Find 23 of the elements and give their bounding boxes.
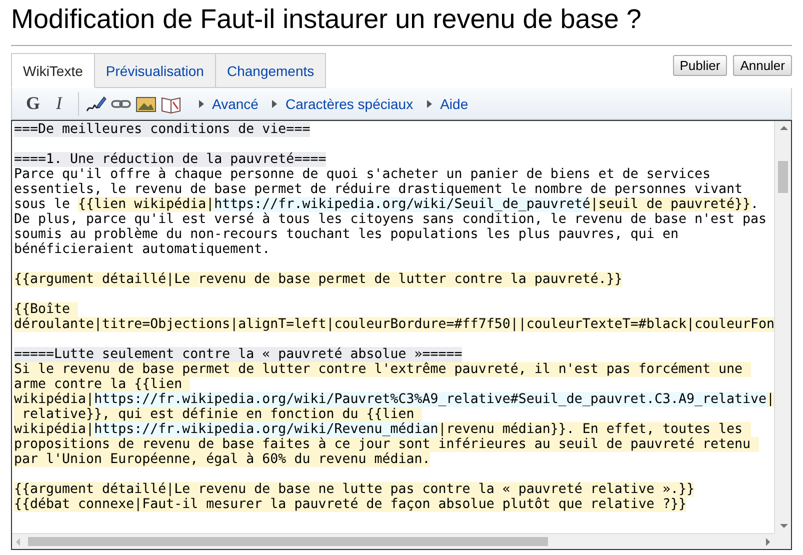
horizontal-scrollbar[interactable] (12, 533, 774, 549)
editor-tab[interactable]: Changements (216, 53, 326, 88)
code-line: bénéficieraient automatiquement. (14, 242, 270, 257)
expand-triangle-icon (427, 100, 432, 108)
code-line: De plus, parce qu'il est versé à tous les citoyens sans condition, le revenu de base n'est pas (14, 212, 767, 227)
toolbar-menu-link[interactable]: Aide (440, 96, 468, 112)
code-line: soumis au problème du non-recours touchant les populations les plus pauvres, qui en (14, 227, 678, 242)
code-line: wikipédia|https://fr.wikipedia.org/wiki/Pauvret%C3%A9_relative#Seuil_de_pauvret.C3.A9_relative| (14, 392, 774, 407)
expand-triangle-icon (272, 100, 278, 108)
toolbar-menu-link[interactable]: Caractères spéciaux (285, 96, 414, 112)
action-button[interactable]: Annuler (733, 55, 792, 76)
editor-tab[interactable]: Prévisualisation (94, 53, 216, 88)
page-title: Modification de Faut-il instaurer un revenu de base ? (11, 0, 792, 46)
code-line: wikipédia|https://fr.wikipedia.org/wiki/Revenu_médian|revenu médian}}. En effet, toutes les (14, 422, 751, 437)
bold-button[interactable]: G (20, 93, 46, 114)
code-line: Parce qu'il offre à chaque personne de quoi s'acheter un panier de biens et de services (14, 167, 710, 182)
code-line: essentiels, le revenu de base permet de réduire drastiquement le nombre de personnes vivant (14, 182, 742, 197)
vertical-scrollbar[interactable] (774, 121, 791, 533)
editor-tab[interactable]: WikiTexte (11, 53, 95, 88)
toolbar-menu-link[interactable]: Avancé (212, 96, 258, 112)
italic-button[interactable]: I (46, 93, 72, 114)
action-button[interactable]: Publier (672, 55, 728, 76)
expand-triangle-icon (199, 100, 204, 108)
